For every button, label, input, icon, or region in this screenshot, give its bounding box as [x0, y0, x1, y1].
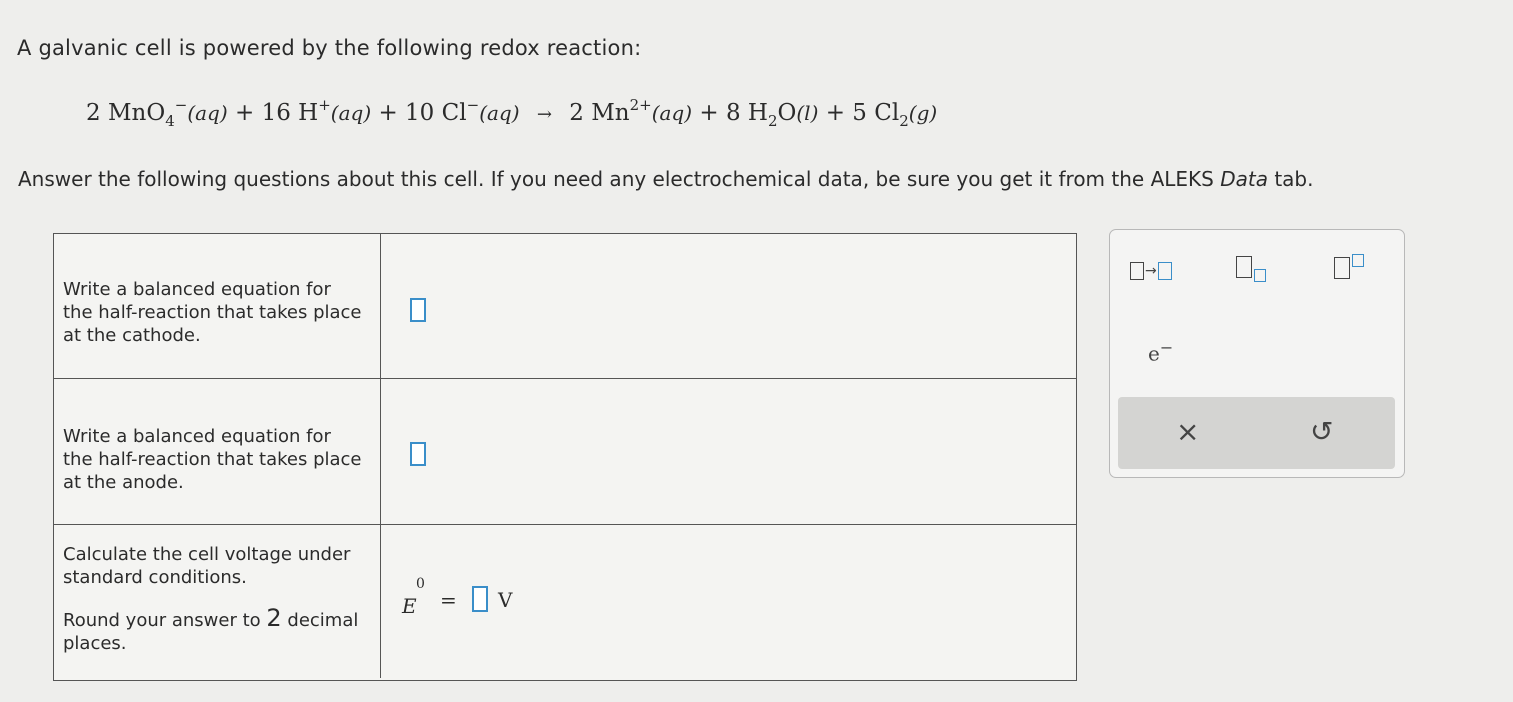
cathode-answer-input[interactable]	[410, 298, 426, 322]
redox-equation: 2 MnO4−(aq) + 16 H+(aq) + 10 Cl−(aq) → 2…	[86, 96, 938, 130]
table-row: Calculate the cell voltage under standar…	[54, 524, 1076, 678]
question-table: Write a balanced equation for the half-r…	[53, 233, 1077, 681]
voltage-unit: V	[498, 588, 513, 612]
electron-icon: e	[1148, 341, 1160, 366]
voltage-question: Calculate the cell voltage under standar…	[63, 544, 351, 588]
superscript-icon	[1334, 257, 1350, 279]
action-bar: × ↺	[1118, 397, 1395, 469]
equals-sign: =	[440, 588, 457, 612]
arrow-icon: →	[1145, 263, 1157, 279]
problem-intro: A galvanic cell is powered by the follow…	[17, 36, 642, 60]
anode-answer-input[interactable]	[410, 442, 426, 466]
clear-button[interactable]: ×	[1176, 415, 1199, 448]
question-cell: Calculate the cell voltage under standar…	[54, 524, 381, 678]
subscript-icon	[1236, 256, 1252, 278]
instructions: Answer the following questions about thi…	[18, 167, 1314, 191]
reaction-arrow-button[interactable]: →	[1130, 258, 1172, 283]
question-cell: Write a balanced equation for the half-r…	[54, 378, 381, 524]
undo-button[interactable]: ↺	[1310, 415, 1333, 448]
box-icon	[1130, 262, 1144, 280]
subscript-button[interactable]	[1236, 256, 1266, 284]
reaction-arrow-icon: →	[536, 104, 552, 125]
electron-button[interactable]: e−	[1148, 338, 1173, 366]
voltage-answer-input[interactable]	[472, 586, 488, 612]
anode-question: Write a balanced equation for the half-r…	[63, 426, 362, 493]
voltage-superscript: 0	[416, 576, 425, 592]
table-row: Write a balanced equation for the half-r…	[54, 378, 1076, 525]
equation-toolbar: → e− × ↺	[1109, 229, 1405, 478]
box-icon	[1157, 262, 1172, 280]
rounding-instruction: Round your answer to 2 decimal places.	[63, 604, 359, 654]
table-row: Write a balanced equation for the half-r…	[54, 234, 1076, 379]
superscript-button[interactable]	[1334, 254, 1364, 279]
question-cell: Write a balanced equation for the half-r…	[54, 234, 381, 378]
cathode-question: Write a balanced equation for the half-r…	[63, 279, 362, 346]
voltage-symbol: E	[402, 594, 417, 618]
